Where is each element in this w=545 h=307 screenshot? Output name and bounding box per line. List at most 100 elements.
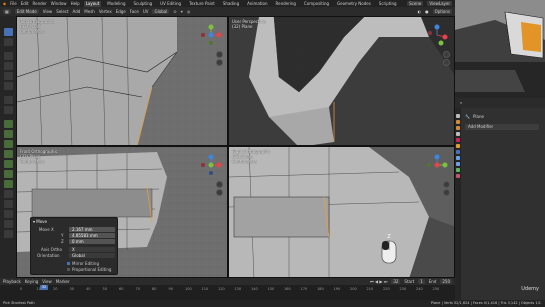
scene-tab-icon[interactable]	[456, 132, 460, 136]
hand-pan-icon[interactable]	[216, 189, 223, 196]
menu-help[interactable]: Help	[71, 1, 80, 6]
zoom-icon[interactable]	[216, 51, 223, 58]
bevel-tool-icon[interactable]	[4, 140, 13, 148]
scene-selector[interactable]: Scene	[407, 1, 424, 6]
tab-rendering[interactable]: Rendering	[274, 1, 298, 7]
blender-logo-icon[interactable]: ◆	[3, 1, 6, 6]
shading-solid-icon[interactable]: ●	[425, 9, 429, 14]
select-box-tool-icon[interactable]	[4, 28, 13, 36]
orientation-select[interactable]: Global	[69, 253, 115, 258]
smooth-tool-icon[interactable]	[4, 190, 13, 198]
overlay-icon[interactable]: ◐	[418, 9, 422, 14]
move-tool-icon[interactable]	[4, 52, 13, 60]
menu-uv[interactable]: UV	[143, 9, 149, 14]
menu-edge[interactable]: Edge	[116, 9, 126, 14]
menu-file[interactable]: File	[10, 1, 17, 6]
move-z-field[interactable]: 0 mm	[69, 239, 115, 244]
menu-view[interactable]: View	[43, 9, 53, 14]
orientation-selector[interactable]: Global	[152, 9, 170, 14]
hand-pan-icon[interactable]	[443, 59, 450, 66]
spin-tool-icon[interactable]	[4, 180, 13, 188]
viewport-right-ortho[interactable]: Right Orthographic (32) Plane Centimeter…	[228, 146, 455, 278]
snap-icon[interactable]: ⌖	[181, 9, 183, 14]
menu-edit[interactable]: Edit	[21, 1, 29, 6]
hand-pan-icon[interactable]	[443, 189, 450, 196]
tab-uv-editing[interactable]: UV Editing	[158, 1, 183, 7]
menu-vertex[interactable]: Vertex	[99, 9, 112, 14]
editor-type-icon[interactable]: ▦	[3, 9, 11, 14]
particles-tab-icon[interactable]	[456, 156, 460, 160]
scale-tool-icon[interactable]	[4, 72, 13, 80]
shrink-tool-icon[interactable]	[4, 210, 13, 218]
world-tab-icon[interactable]	[456, 138, 460, 142]
material-tab-icon[interactable]	[456, 174, 460, 178]
shear-tool-icon[interactable]	[4, 220, 13, 228]
output-tab-icon[interactable]	[456, 126, 460, 130]
menu-window[interactable]: Window	[51, 1, 67, 6]
navigation-gizmo[interactable]	[199, 153, 223, 177]
data-tab-icon[interactable]	[456, 168, 460, 172]
object-tab-icon[interactable]	[456, 144, 460, 148]
tab-animation[interactable]: Animation	[245, 1, 269, 7]
last-operator-panel[interactable]: ▾ Move Move X 2.167 mm Y 4.85583 mm Z 0 …	[30, 217, 118, 275]
poly-build-tool-icon[interactable]	[4, 170, 13, 178]
navigation-gizmo[interactable]	[425, 153, 449, 177]
hand-pan-icon[interactable]	[216, 59, 223, 66]
tab-sculpting[interactable]: Sculpting	[132, 1, 155, 7]
zoom-icon[interactable]	[443, 181, 450, 188]
tab-geometry-nodes[interactable]: Geometry Nodes	[335, 1, 373, 7]
proportional-icon[interactable]: ◎	[187, 9, 191, 14]
play-controls[interactable]: ⏮ ◀ ▶ ⏭	[370, 279, 387, 284]
transform-tool-icon[interactable]	[4, 82, 13, 90]
tab-scripting[interactable]: Scripting	[377, 1, 399, 7]
move-y-field[interactable]: 4.85583 mm	[69, 233, 115, 238]
measure-tool-icon[interactable]	[4, 106, 13, 114]
zoom-icon[interactable]	[443, 51, 450, 58]
mode-selector[interactable]: Edit Mode	[14, 9, 39, 14]
mirror-editing-checkbox[interactable]: Mirror Editing	[67, 261, 99, 266]
playhead[interactable]: 32	[40, 285, 48, 290]
rip-tool-icon[interactable]	[4, 230, 13, 238]
add-modifier-button[interactable]: Add Modifier	[465, 124, 539, 130]
timeline-menu-keying[interactable]: Keying	[25, 279, 38, 284]
viewport-top-ortho[interactable]: Top Orthographic (32) Plane Centimeters	[16, 16, 228, 146]
axis-ortho-select[interactable]: X	[69, 247, 115, 252]
physics-tab-icon[interactable]	[456, 162, 460, 166]
tab-modeling[interactable]: Modeling	[105, 1, 127, 7]
navigation-gizmo[interactable]	[425, 23, 449, 47]
render-tab-icon[interactable]	[456, 120, 460, 124]
rotate-tool-icon[interactable]	[4, 62, 13, 70]
options-button[interactable]: Options	[432, 9, 452, 14]
menu-select[interactable]: Select	[56, 9, 68, 14]
view-layer-selector[interactable]: ViewLayer	[427, 1, 452, 6]
move-x-field[interactable]: 2.167 mm	[69, 227, 115, 232]
cursor-tool-icon[interactable]	[4, 38, 13, 46]
extrude-tool-icon[interactable]	[4, 120, 13, 128]
tab-compositing[interactable]: Compositing	[302, 1, 331, 7]
menu-add[interactable]: Add	[73, 9, 81, 14]
menu-face[interactable]: Face	[130, 9, 139, 14]
navigation-gizmo[interactable]	[199, 23, 223, 47]
end-frame-field[interactable]: 250	[440, 279, 452, 284]
timeline-menu-marker[interactable]: Marker	[56, 279, 70, 284]
knife-tool-icon[interactable]	[4, 160, 13, 168]
tab-layout[interactable]: Layout	[83, 0, 102, 7]
menu-mesh[interactable]: Mesh	[84, 9, 95, 14]
annotate-tool-icon[interactable]	[4, 96, 13, 104]
menu-render[interactable]: Render	[33, 1, 47, 6]
current-frame-field[interactable]: 32	[391, 279, 401, 284]
edge-slide-tool-icon[interactable]	[4, 200, 13, 208]
timeline-menu-view[interactable]: View	[42, 279, 52, 284]
pivot-icon[interactable]: ⊙	[173, 9, 176, 14]
modifier-tab-icon[interactable]	[456, 150, 460, 154]
start-frame-field[interactable]: 1	[418, 279, 425, 284]
search-icon[interactable]: ⌕	[460, 100, 462, 105]
zoom-icon[interactable]	[216, 181, 223, 188]
loop-cut-tool-icon[interactable]	[4, 150, 13, 158]
proportional-editing-checkbox[interactable]: Proportional Editing	[67, 267, 111, 272]
tool-tab-icon[interactable]	[456, 114, 460, 118]
timeline-menu-playback[interactable]: Playback	[3, 279, 21, 284]
inset-tool-icon[interactable]	[4, 130, 13, 138]
viewport-user-perspective[interactable]: User Perspective (32) Plane	[228, 16, 455, 146]
tab-shading[interactable]: Shading	[221, 1, 241, 7]
